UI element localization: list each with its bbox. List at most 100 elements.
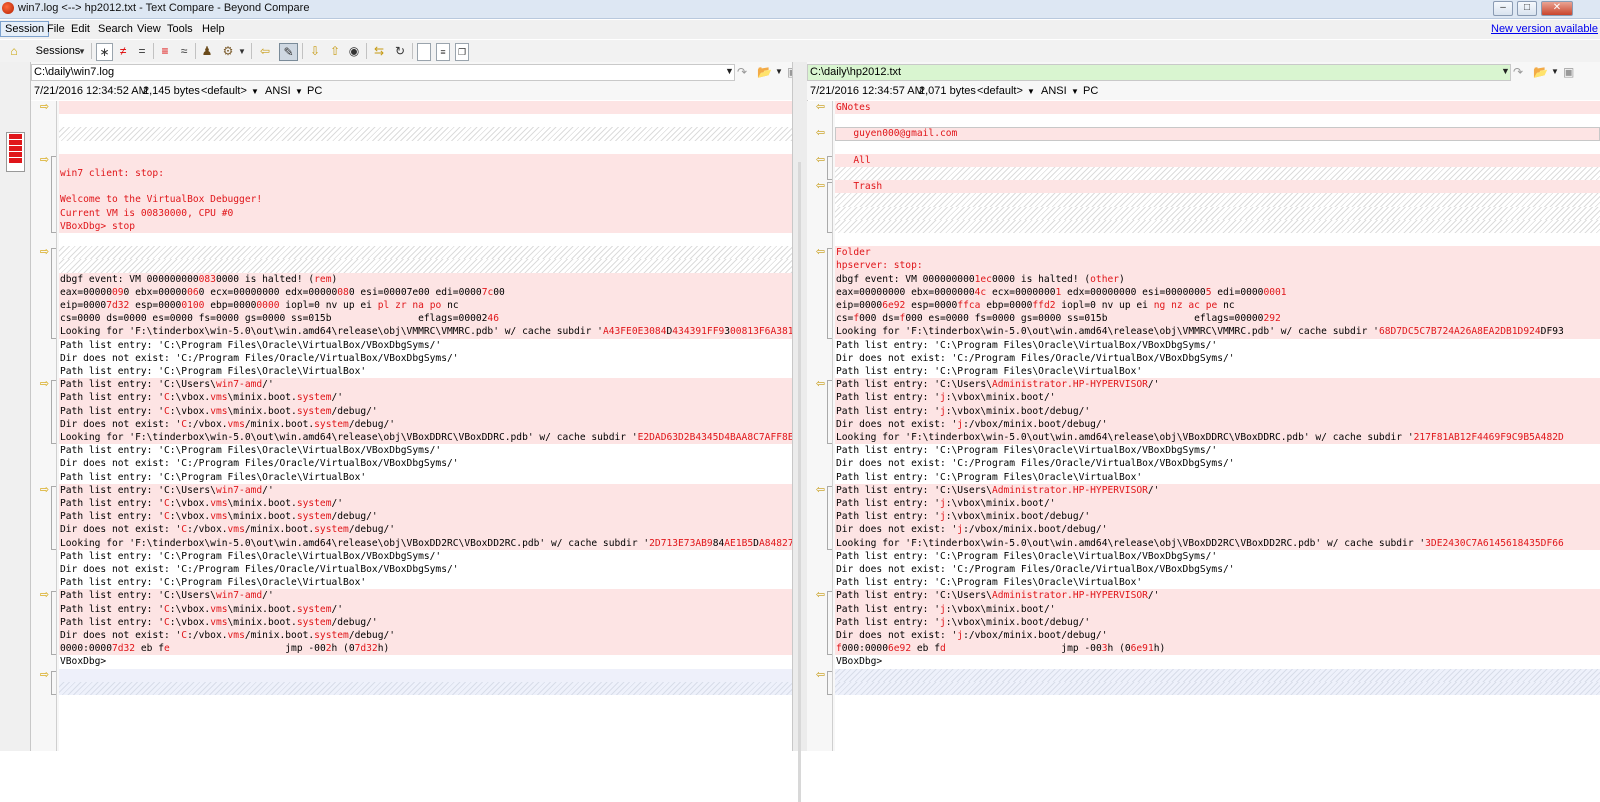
text-line[interactable] xyxy=(835,206,1600,220)
left-text-pane[interactable]: win7 client: stop: Welcome to the Virtual… xyxy=(31,101,792,751)
chevron-down-icon[interactable]: ▼ xyxy=(251,87,259,96)
home-icon[interactable]: ⌂ xyxy=(6,43,22,59)
copy-to-right-icon[interactable]: ⇨ xyxy=(38,590,51,601)
text-line[interactable]: All xyxy=(835,153,1600,167)
close-icon[interactable]: ✕ xyxy=(1541,1,1573,16)
list-icon[interactable]: ≡ xyxy=(436,43,450,61)
text-line[interactable]: VBoxDbg> xyxy=(59,655,792,669)
text-line[interactable] xyxy=(835,193,1600,207)
chevron-down-icon[interactable]: ▼ xyxy=(1027,87,1035,96)
text-line[interactable]: Path list entry: 'C:\Program Files\Oracl… xyxy=(835,444,1600,458)
text-line[interactable]: hpserver: stop: xyxy=(835,259,1600,273)
text-line[interactable]: Current VM is 00830000, CPU #0 xyxy=(59,206,792,220)
left-encoding[interactable]: ANSI xyxy=(265,85,291,97)
menu-session[interactable]: Session xyxy=(0,21,50,37)
pane-splitter[interactable] xyxy=(792,62,808,802)
text-line[interactable]: Dir does not exist: 'C:/vbox.vms/minix.b… xyxy=(59,523,792,537)
save-icon[interactable]: ▣ xyxy=(1563,65,1574,79)
text-line[interactable]: Dir does not exist: 'C:/vbox.vms/minix.b… xyxy=(59,417,792,431)
text-line[interactable]: Path list entry: 'j:\vbox\minix.boot/deb… xyxy=(835,510,1600,524)
copy-to-left-icon[interactable]: ⇦ xyxy=(814,669,827,681)
text-line[interactable]: Trash xyxy=(835,180,1600,194)
chevron-down-icon[interactable]: ▼ xyxy=(725,66,734,76)
menu-file[interactable]: File xyxy=(47,23,65,35)
right-path-input[interactable]: C:\daily\hp2012.txt xyxy=(807,64,1511,81)
text-line[interactable]: Path list entry: 'C:\Program Files\Oracl… xyxy=(59,444,792,458)
text-line[interactable]: Path list entry: 'C:\Users\Administrator… xyxy=(835,483,1600,497)
copy-to-right-icon[interactable]: ⇨ xyxy=(38,669,51,681)
text-line[interactable]: Dir does not exist: 'C:/vbox.vms/minix.b… xyxy=(59,629,792,643)
text-line[interactable]: Path list entry: 'C:\Program Files\Oracl… xyxy=(835,338,1600,352)
minor-icon[interactable]: ≈ xyxy=(177,43,191,59)
text-line[interactable]: Path list entry: 'C:\Program Files\Oracl… xyxy=(59,576,792,590)
text-line[interactable]: Path list entry: 'C:\Users\Administrator… xyxy=(835,378,1600,392)
text-line[interactable]: Path list entry: 'C:\Users\win7-amd/' xyxy=(59,589,792,603)
text-line[interactable]: Path list entry: 'C:\vbox.vms\minix.boot… xyxy=(59,602,792,616)
copy-to-right-icon[interactable]: ⇨ xyxy=(38,379,51,390)
menu-search[interactable]: Search xyxy=(98,23,133,35)
copy-to-left-icon[interactable]: ⇦ xyxy=(814,128,827,139)
text-line[interactable]: Path list entry: 'C:\vbox.vms\minix.boot… xyxy=(59,497,792,511)
text-line[interactable]: Path list entry: 'j:\vbox\minix.boot/deb… xyxy=(835,615,1600,629)
text-line[interactable]: Path list entry: 'C:\Program Files\Oracl… xyxy=(59,470,792,484)
copy-to-left-icon[interactable]: ⇦ xyxy=(814,379,827,390)
text-line[interactable]: VBoxDbg> stop xyxy=(59,219,792,233)
sessions-button[interactable]: Sessions xyxy=(32,43,84,59)
text-line[interactable]: Looking for 'F:\tinderbox\win-5.0\out\wi… xyxy=(59,536,792,550)
open-folder-icon[interactable]: 📂 xyxy=(757,65,772,79)
copy-to-right-icon[interactable]: ⇨ xyxy=(38,102,51,113)
chevron-down-icon[interactable]: ▼ xyxy=(775,67,783,76)
right-format[interactable]: <default> xyxy=(977,85,1023,97)
text-line[interactable]: Path list entry: 'C:\vbox.vms\minix.boot… xyxy=(59,615,792,629)
chevron-down-icon[interactable]: ▼ xyxy=(295,87,303,96)
text-line[interactable]: Path list entry: 'C:\Program Files\Oracl… xyxy=(835,470,1600,484)
copy-to-right-icon[interactable]: ⇨ xyxy=(38,154,51,166)
text-line[interactable]: eip=00006e92 esp=0000ffca ebp=0000ffd2 i… xyxy=(835,299,1600,313)
text-line[interactable] xyxy=(835,219,1600,233)
text-line[interactable]: Looking for 'F:\tinderbox\win-5.0\out\wi… xyxy=(835,536,1600,550)
text-line[interactable]: dbgf event: VM 0000000001ec0000 is halte… xyxy=(835,272,1600,286)
details-icon[interactable] xyxy=(417,43,431,61)
show-same-icon[interactable]: = xyxy=(135,43,149,59)
copy-to-right-icon[interactable]: ⇨ xyxy=(38,484,51,496)
text-line[interactable]: Folder xyxy=(835,246,1600,260)
text-line[interactable]: Path list entry: 'j:\vbox\minix.boot/' xyxy=(835,497,1600,511)
swap-sides-icon[interactable]: ⇆ xyxy=(372,43,386,59)
text-line[interactable]: Path list entry: 'C:\Program Files\Oracl… xyxy=(835,549,1600,563)
rules-icon[interactable]: ♟ xyxy=(200,43,214,59)
history-icon[interactable]: ↷ xyxy=(737,65,747,79)
copy-to-left-icon[interactable]: ⇦ xyxy=(814,247,827,258)
text-line[interactable] xyxy=(59,114,792,128)
left-path-input[interactable]: C:\daily\win7.log xyxy=(31,64,735,81)
text-line[interactable]: win7 client: stop: xyxy=(59,167,792,181)
text-line[interactable]: Path list entry: 'C:\Users\Administrator… xyxy=(835,589,1600,603)
text-line[interactable] xyxy=(59,233,792,247)
text-line[interactable] xyxy=(835,681,1600,695)
text-line[interactable]: Path list entry: 'C:\Program Files\Oracl… xyxy=(59,549,792,563)
text-line[interactable] xyxy=(59,127,792,141)
text-line[interactable]: Dir does not exist: 'C:/Program Files/Or… xyxy=(59,563,792,577)
copy-to-left-icon[interactable]: ⇦ xyxy=(814,181,827,192)
text-line[interactable]: eax=00000000 ebx=00000004c ecx=00000001 … xyxy=(835,285,1600,299)
right-text-pane[interactable]: GNotes guyen000@gmail.com All Trash Folde… xyxy=(807,101,1600,751)
text-line[interactable]: Dir does not exist: 'C:/Program Files/Or… xyxy=(835,351,1600,365)
menu-help[interactable]: Help xyxy=(202,23,225,35)
chevron-down-icon[interactable]: ▼ xyxy=(78,43,86,59)
text-line[interactable] xyxy=(59,140,792,154)
text-line[interactable]: cs=f000 ds=f000 es=0000 fs=0000 gs=0000 … xyxy=(835,312,1600,326)
text-line[interactable]: Path list entry: 'C:\Program Files\Oracl… xyxy=(835,365,1600,379)
chevron-down-icon[interactable]: ▼ xyxy=(1501,66,1510,76)
text-line[interactable] xyxy=(59,153,792,167)
menu-edit[interactable]: Edit xyxy=(71,23,90,35)
context-icon[interactable]: ≡ xyxy=(158,43,172,59)
text-line[interactable]: Dir does not exist: 'j:/vbox/minix.boot/… xyxy=(835,629,1600,643)
left-format[interactable]: <default> xyxy=(201,85,247,97)
text-line[interactable]: Path list entry: 'C:\Program Files\Oracl… xyxy=(59,338,792,352)
text-line[interactable]: Path list entry: 'C:\Program Files\Oracl… xyxy=(835,576,1600,590)
text-line[interactable] xyxy=(835,668,1600,682)
text-line[interactable]: Dir does not exist: 'C:/Program Files/Or… xyxy=(59,457,792,471)
text-line[interactable] xyxy=(59,246,792,260)
show-diffs-icon[interactable]: ≠ xyxy=(116,43,130,59)
text-line[interactable]: Dir does not exist: 'j:/vbox/minix.boot/… xyxy=(835,523,1600,537)
reload-icon[interactable]: ↻ xyxy=(393,43,407,59)
